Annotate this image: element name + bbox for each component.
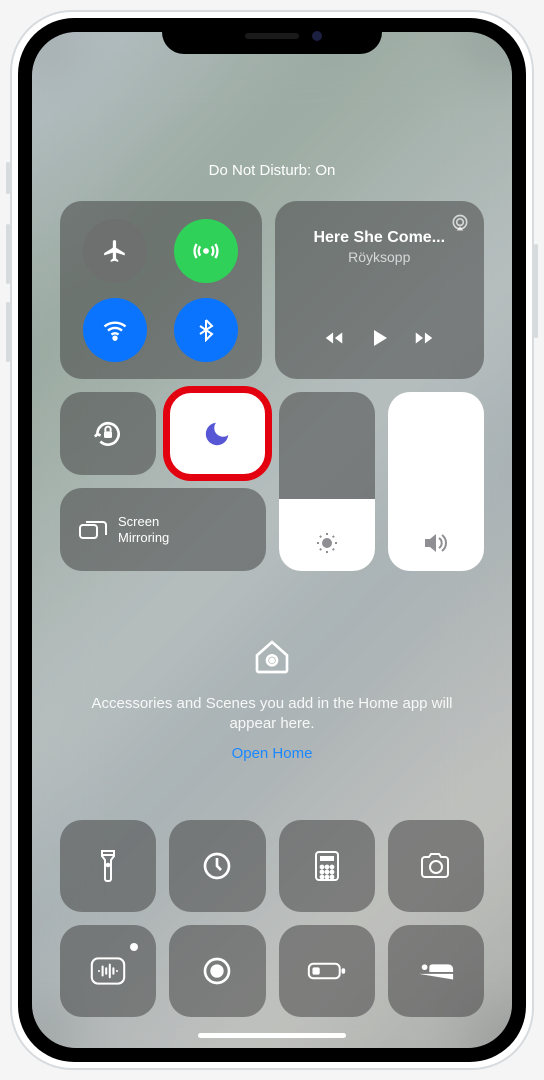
play-button[interactable] — [367, 326, 391, 355]
music-recognition-icon — [90, 956, 126, 986]
timer-icon — [201, 850, 233, 882]
moon-icon — [202, 419, 232, 449]
home-indicator[interactable] — [198, 1033, 346, 1038]
rotation-lock-button[interactable] — [60, 392, 156, 475]
side-button — [534, 244, 538, 338]
sun-icon — [315, 531, 339, 555]
next-button[interactable] — [413, 327, 435, 354]
record-icon — [201, 955, 233, 987]
home-icon — [252, 637, 292, 677]
screen-record-button[interactable] — [169, 925, 265, 1017]
connectivity-module[interactable] — [60, 201, 262, 379]
screen-mirroring-button[interactable]: Screen Mirroring — [60, 488, 266, 571]
airplay-icon — [450, 213, 470, 233]
silence-switch — [6, 162, 10, 194]
battery-icon — [307, 960, 347, 982]
antenna-icon — [192, 237, 220, 265]
home-message: Accessories and Scenes you add in the Ho… — [80, 694, 464, 735]
flashlight-icon — [97, 849, 119, 883]
timer-button[interactable] — [169, 820, 265, 912]
speaker-icon — [422, 531, 450, 555]
open-home-link[interactable]: Open Home — [80, 745, 464, 762]
shazam-button[interactable] — [60, 925, 156, 1017]
bed-icon — [417, 958, 455, 984]
play-icon — [367, 326, 391, 350]
calculator-button[interactable] — [279, 820, 375, 912]
bluetooth-icon — [194, 318, 218, 342]
previous-button[interactable] — [323, 327, 345, 354]
phone-frame: Do Not Disturb: On — [18, 18, 526, 1062]
airplane-mode-button[interactable] — [83, 219, 147, 283]
earpiece — [245, 33, 299, 39]
camera-button[interactable] — [388, 820, 484, 912]
low-power-button[interactable] — [279, 925, 375, 1017]
rewind-icon — [323, 327, 345, 349]
notch — [162, 18, 382, 54]
brightness-slider[interactable] — [279, 392, 375, 571]
notification-dot — [130, 943, 138, 951]
do-not-disturb-button[interactable] — [169, 392, 265, 475]
screen-mirroring-label: Screen Mirroring — [118, 514, 169, 545]
screen-mirroring-icon — [78, 518, 108, 542]
rotation-lock-icon — [92, 418, 124, 450]
forward-icon — [413, 327, 435, 349]
sleep-button[interactable] — [388, 925, 484, 1017]
home-section: Accessories and Scenes you add in the Ho… — [60, 637, 484, 762]
airplane-icon — [102, 238, 128, 264]
bluetooth-button[interactable] — [174, 298, 238, 362]
volume-slider[interactable] — [388, 392, 484, 571]
track-artist: Röyksopp — [289, 249, 471, 265]
status-banner: Do Not Disturb: On — [60, 162, 484, 179]
phone-chassis: Do Not Disturb: On — [10, 10, 534, 1070]
front-camera — [312, 31, 322, 41]
calculator-icon — [314, 850, 340, 882]
airplay-button[interactable] — [450, 213, 470, 238]
wifi-button[interactable] — [83, 298, 147, 362]
wifi-icon — [101, 316, 129, 344]
cellular-button[interactable] — [174, 219, 238, 283]
media-module[interactable]: Here She Come... Röyksopp — [275, 201, 485, 379]
volume-down — [6, 302, 10, 362]
screen: Do Not Disturb: On — [32, 32, 512, 1048]
flashlight-button[interactable] — [60, 820, 156, 912]
control-center: Do Not Disturb: On — [32, 32, 512, 1048]
camera-icon — [419, 852, 453, 880]
volume-up — [6, 224, 10, 284]
track-title: Here She Come... — [289, 229, 471, 247]
